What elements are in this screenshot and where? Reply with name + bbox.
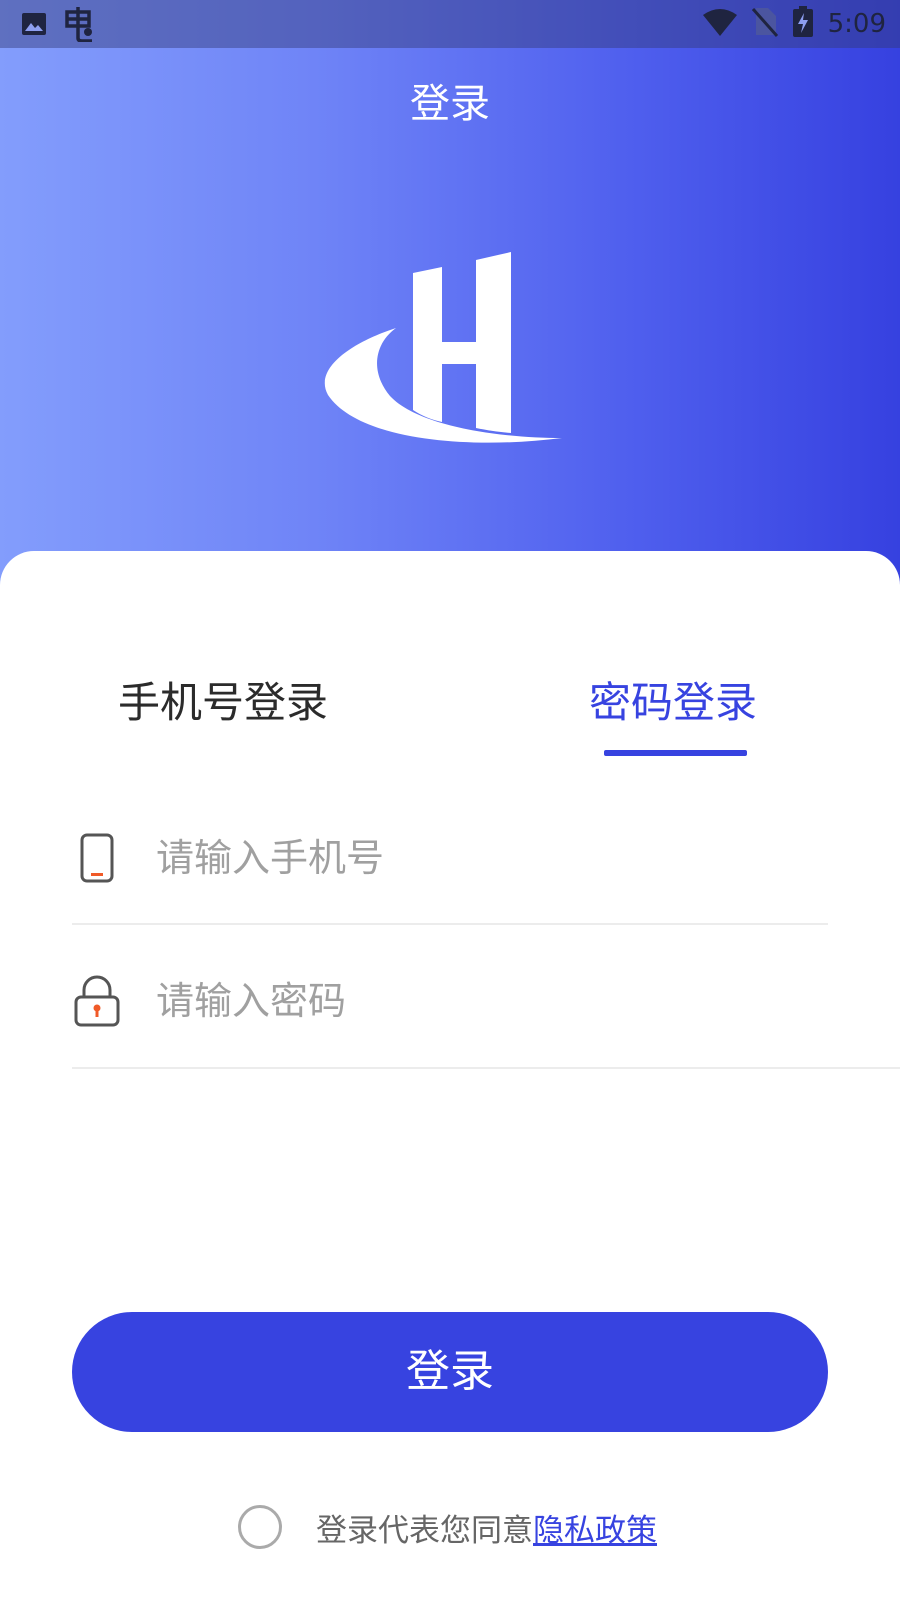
page-title: 登录 xyxy=(410,81,490,127)
phone-divider xyxy=(72,923,828,925)
login-screen: 5:09 登录 手机号登录 密码登录 请输入手机号 登录 登录代表您同意 隐私政… xyxy=(0,0,900,1600)
password-divider xyxy=(72,1067,900,1069)
status-left xyxy=(20,6,96,46)
header-banner: 5:09 登录 xyxy=(0,0,900,600)
status-right: 5:09 xyxy=(702,6,886,42)
active-tab-indicator xyxy=(604,750,747,756)
tab-phone-login[interactable]: 手机号登录 xyxy=(118,673,328,733)
agreement-checkbox[interactable] xyxy=(238,1505,282,1549)
tab-password-login[interactable]: 密码登录 xyxy=(589,673,757,733)
phone-input[interactable] xyxy=(156,828,756,888)
phone-icon xyxy=(72,830,122,886)
login-card: 手机号登录 密码登录 请输入手机号 登录 登录代表您同意 隐私政策 xyxy=(0,551,900,1600)
agreement-row: 登录代表您同意 隐私政策 xyxy=(238,1502,657,1552)
app-logo xyxy=(324,252,562,443)
battery-charging-icon xyxy=(792,6,814,42)
password-input[interactable] xyxy=(156,971,756,1031)
bug-icon xyxy=(62,6,96,46)
phone-field xyxy=(72,813,828,903)
wifi-icon xyxy=(702,7,738,41)
password-field xyxy=(72,956,900,1046)
status-bar: 5:09 xyxy=(0,0,900,48)
no-sim-icon xyxy=(751,7,778,41)
login-button[interactable]: 登录 xyxy=(72,1312,828,1432)
agreement-text: 登录代表您同意 xyxy=(316,1512,533,1549)
image-icon xyxy=(20,10,48,42)
status-time: 5:09 xyxy=(827,9,886,39)
privacy-policy-link[interactable]: 隐私政策 xyxy=(533,1505,657,1550)
lock-icon xyxy=(72,973,122,1029)
